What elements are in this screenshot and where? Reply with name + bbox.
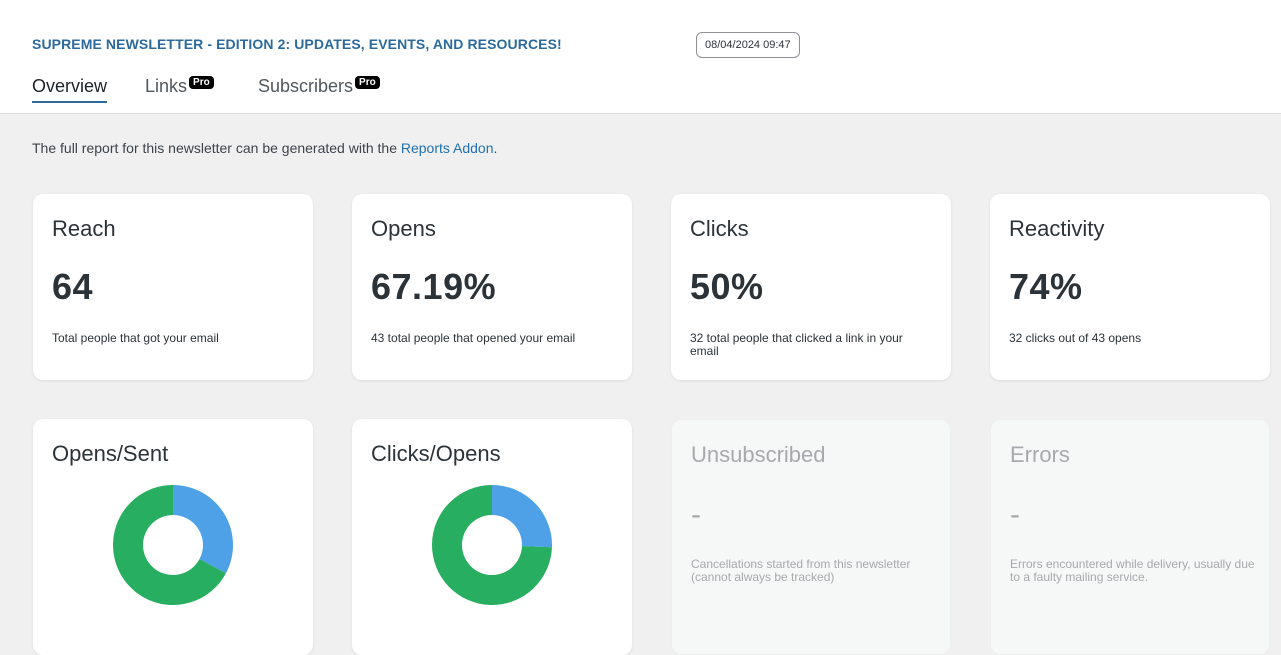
card-title: Reach: [52, 216, 116, 241]
tab-overview[interactable]: Overview: [32, 76, 108, 103]
pro-badge: Pro: [189, 76, 214, 89]
tab-links-label: Links: [145, 76, 188, 96]
card-value: 50%: [690, 266, 764, 307]
reach-card: Reach 64 Total people that got your emai…: [33, 194, 313, 380]
opens-card: Opens 67.19% 43 total people that opened…: [352, 194, 632, 380]
card-value: 64: [52, 266, 94, 307]
errors-card: Errors - Errors encountered while delive…: [990, 419, 1270, 655]
card-value: 74%: [1009, 266, 1083, 307]
card-description: 32 clicks out of 43 opens: [1009, 331, 1142, 345]
card-description: Total people that got your email: [52, 331, 219, 345]
card-title: Reactivity: [1009, 216, 1105, 241]
card-value: -: [691, 498, 702, 531]
card-title: Opens/Sent: [52, 441, 169, 466]
report-notice: The full report for this newsletter can …: [32, 140, 497, 156]
opens-sent-card: Opens/Sent: [33, 419, 313, 655]
reactivity-card: Reactivity 74% 32 clicks out of 43 opens: [990, 194, 1270, 380]
card-description: 32 total people that clicked a link in y…: [690, 331, 903, 358]
notice-suffix: .: [493, 140, 498, 156]
card-value: 67.19%: [371, 266, 497, 307]
clicks-opens-donut: [432, 485, 552, 605]
clicks-opens-card: Clicks/Opens: [352, 419, 632, 655]
tab-subscribers-label: Subscribers: [258, 76, 354, 96]
card-value: -: [1010, 498, 1021, 531]
card-description: Cancellations started from this newslett…: [691, 557, 911, 584]
unsubscribed-card: Unsubscribed - Cancellations started fro…: [671, 419, 951, 655]
reports-addon-link[interactable]: Reports Addon: [401, 140, 494, 156]
card-title: Unsubscribed: [691, 442, 826, 467]
tab-links[interactable]: Links Pro: [145, 76, 214, 97]
card-title: Errors: [1010, 442, 1070, 467]
page-header: SUPREME NEWSLETTER - EDITION 2: UPDATES,…: [0, 0, 1281, 114]
opens-sent-donut: [113, 485, 233, 605]
pro-badge: Pro: [355, 76, 380, 89]
donut-segment-no-click: [492, 485, 552, 548]
date-badge: 08/04/2024 09:47: [696, 32, 800, 58]
donut-segment-not-opened: [173, 485, 233, 574]
card-title: Clicks: [690, 216, 749, 241]
card-description: Errors encountered while delivery, usual…: [1010, 557, 1255, 584]
tab-overview-label: Overview: [32, 76, 108, 96]
card-title: Clicks/Opens: [371, 441, 501, 466]
newsletter-title: SUPREME NEWSLETTER - EDITION 2: UPDATES,…: [32, 36, 562, 52]
card-description: 43 total people that opened your email: [371, 331, 576, 345]
tab-subscribers[interactable]: Subscribers Pro: [258, 76, 380, 97]
notice-text: The full report for this newsletter can …: [32, 140, 401, 156]
clicks-card: Clicks 50% 32 total people that clicked …: [671, 194, 951, 380]
card-title: Opens: [371, 216, 436, 241]
